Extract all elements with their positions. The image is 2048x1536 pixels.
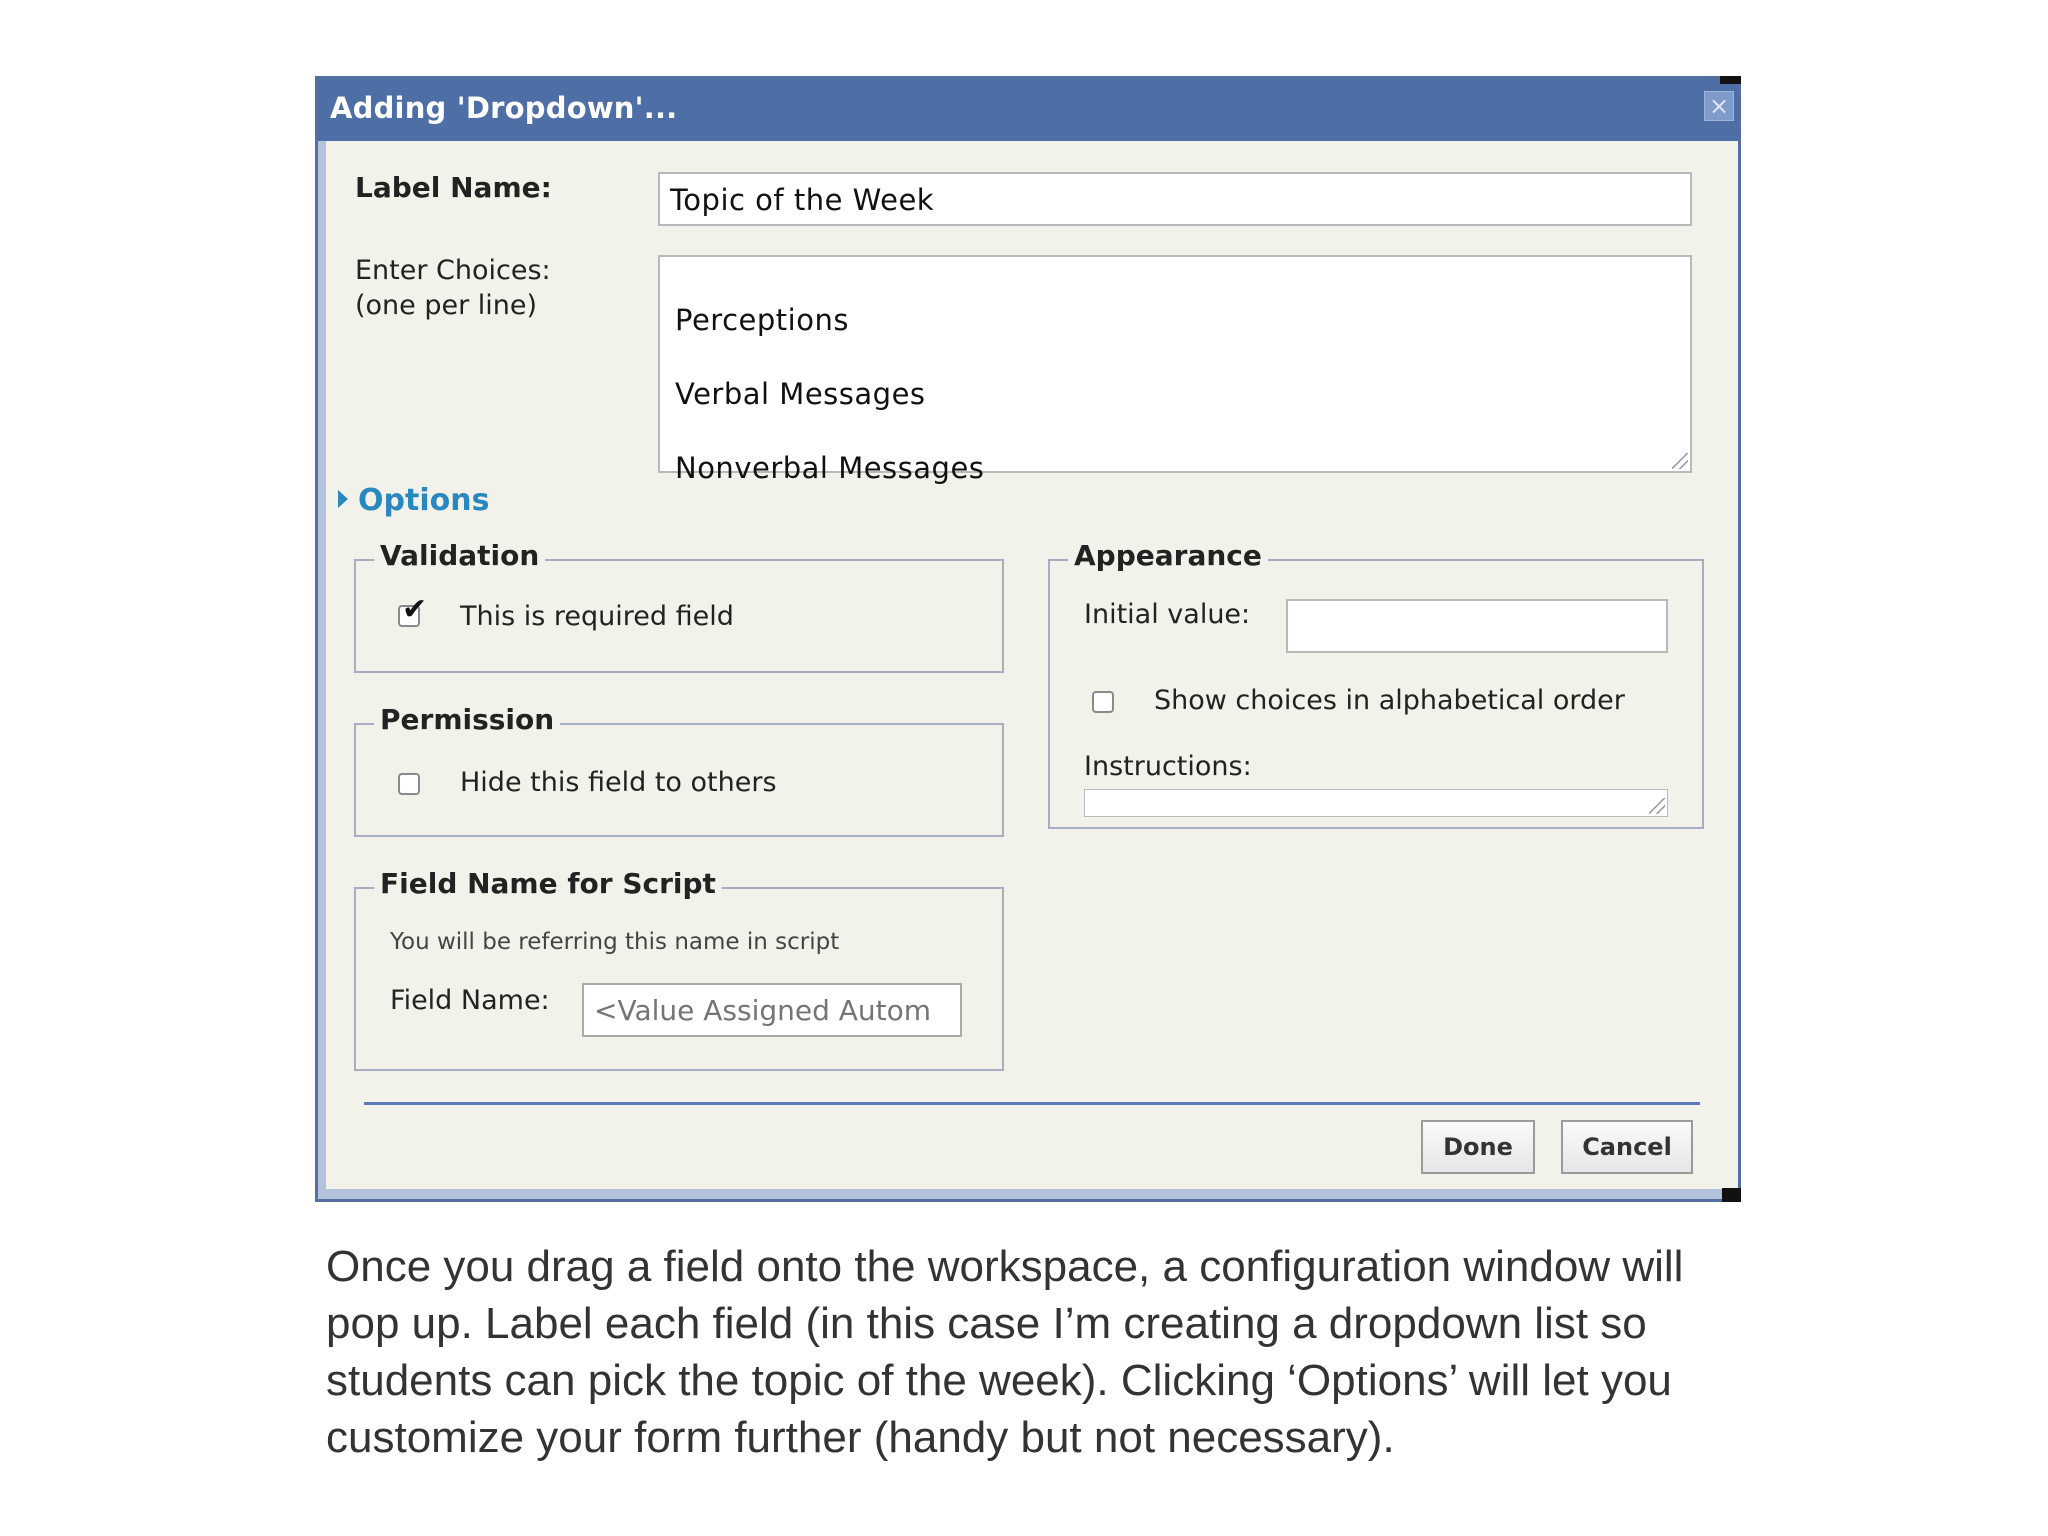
required-checkbox[interactable]: ✔ [398, 595, 427, 627]
choices-lines: Perceptions Verbal Messages Nonverbal Me… [675, 265, 984, 524]
choice-line: Perceptions [675, 303, 849, 337]
caption-line: Once you drag a field onto the workspace… [326, 1242, 1684, 1291]
done-button[interactable]: Done [1421, 1120, 1535, 1174]
dialog-corner-mark [1722, 1188, 1741, 1202]
label-name-input[interactable]: Topic of the Week [658, 172, 1692, 226]
script-hint: You will be referring this name in scrip… [390, 929, 840, 955]
options-toggle[interactable]: Options [338, 483, 489, 518]
hide-field-label: Hide this field to others [460, 767, 777, 798]
choices-label-line2: (one per line) [355, 290, 538, 321]
config-dialog: Adding 'Dropdown'... × Label Name: Topic… [315, 76, 1741, 1202]
appearance-group: Appearance Initial value: Show choices i… [1048, 539, 1704, 829]
footer-separator [364, 1102, 1700, 1105]
dialog-side-border [318, 141, 326, 1199]
appearance-legend: Appearance [1068, 539, 1268, 572]
dialog-titlebar[interactable]: Adding 'Dropdown'... × [318, 79, 1738, 141]
choice-line: Verbal Messages [675, 377, 926, 411]
caption-line: customize your form further (handy but n… [326, 1413, 1395, 1462]
options-label: Options [358, 483, 490, 518]
caption-line: pop up. Label each field (in this case I… [326, 1299, 1647, 1348]
validation-group: Validation ✔ This is required field [354, 539, 1004, 673]
alphabetical-label: Show choices in alphabetical order [1154, 685, 1625, 716]
permission-group: Permission Hide this field to others [354, 703, 1004, 837]
instructions-label: Instructions: [1084, 751, 1252, 782]
choices-textarea[interactable]: Perceptions Verbal Messages Nonverbal Me… [658, 255, 1692, 485]
dialog-title: Adding 'Dropdown'... [330, 91, 678, 125]
instructions-input[interactable] [1084, 789, 1668, 817]
checkmark-icon: ✔ [402, 592, 428, 627]
resize-grip-icon[interactable] [1672, 453, 1688, 469]
required-label: This is required field [460, 601, 734, 632]
dialog-bottom-border [318, 1189, 1738, 1199]
permission-legend: Permission [374, 703, 561, 736]
initial-value-input[interactable] [1286, 599, 1668, 653]
triangle-right-icon [338, 489, 348, 508]
dialog-corner-mark [1720, 76, 1741, 84]
label-name-value: Topic of the Week [670, 183, 935, 217]
choices-label-line1: Enter Choices: [355, 255, 551, 286]
cancel-button[interactable]: Cancel [1561, 1120, 1693, 1174]
field-name-input[interactable] [582, 983, 962, 1037]
caption-line: students can pick the topic of the week)… [326, 1356, 1672, 1405]
script-legend: Field Name for Script [374, 867, 722, 900]
validation-legend: Validation [374, 539, 546, 572]
field-name-label: Field Name: [390, 985, 550, 1016]
alphabetical-checkbox[interactable] [1092, 691, 1114, 713]
script-group: Field Name for Script You will be referr… [354, 867, 1004, 1071]
caption-text: Once you drag a field onto the workspace… [326, 1238, 1766, 1466]
label-name-label: Label Name: [355, 171, 552, 204]
resize-grip-icon[interactable] [1649, 798, 1665, 814]
choice-line: Nonverbal Messages [675, 451, 985, 485]
initial-value-label: Initial value: [1084, 599, 1251, 630]
hide-field-checkbox[interactable] [398, 773, 420, 795]
close-icon[interactable]: × [1704, 91, 1734, 121]
choices-label: Enter Choices: (one per line) [355, 253, 551, 323]
